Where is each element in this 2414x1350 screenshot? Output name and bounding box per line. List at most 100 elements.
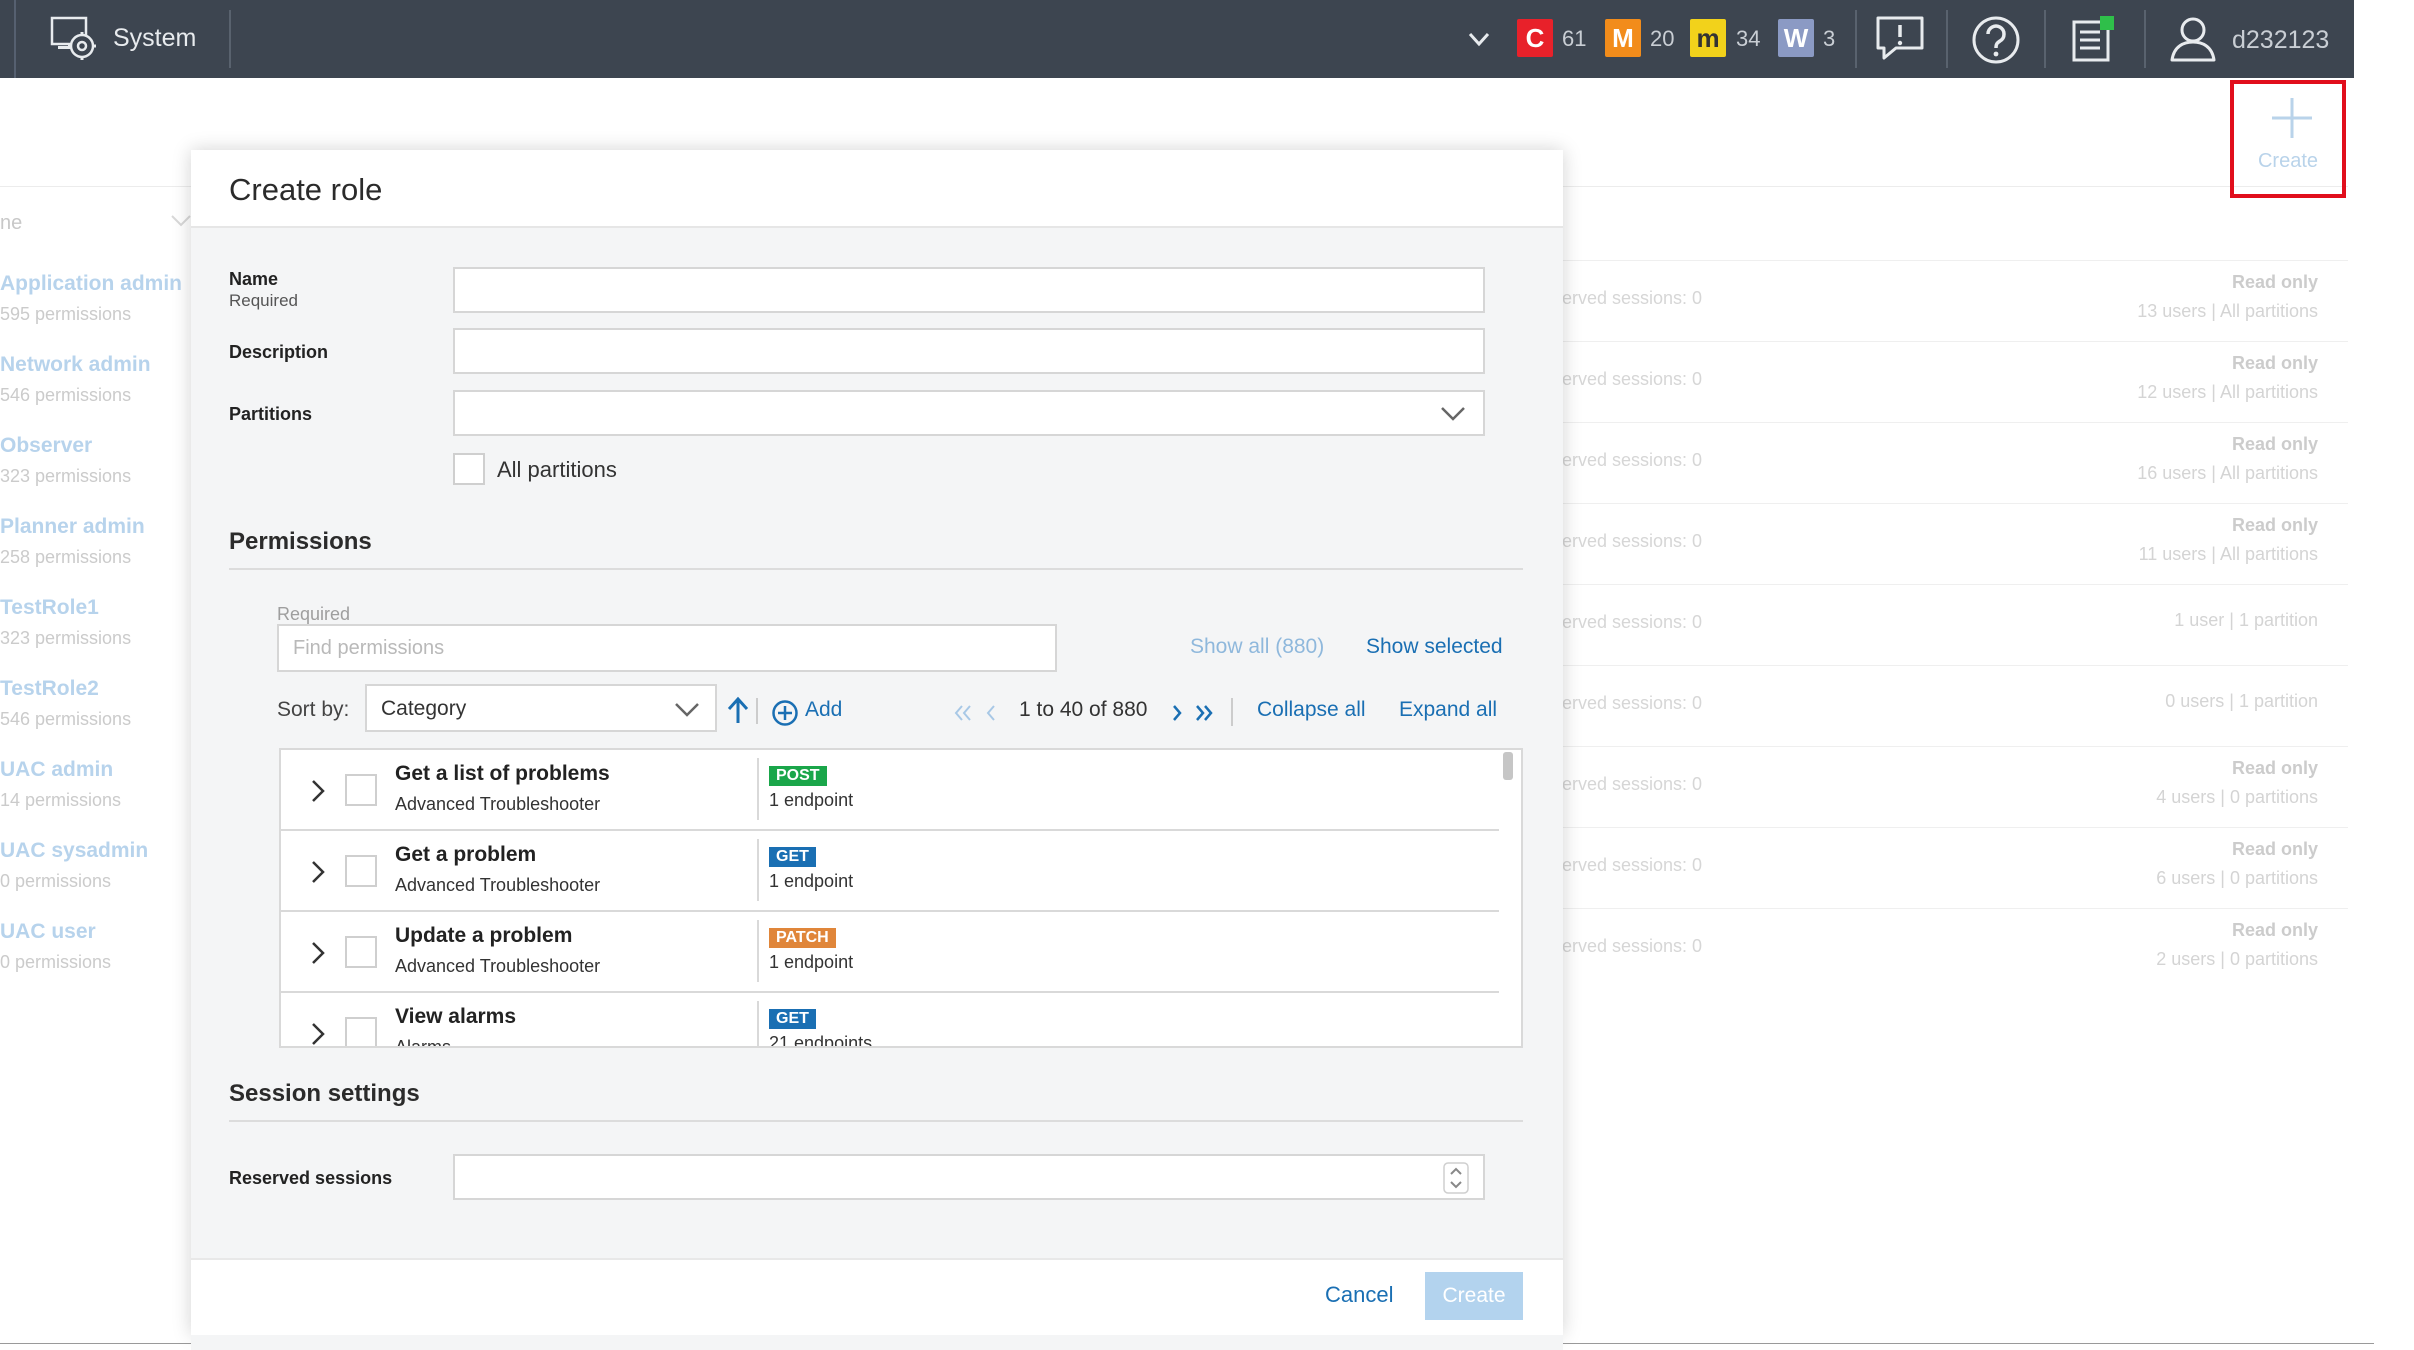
list-scrollbar[interactable]: [1503, 752, 1513, 780]
name-input[interactable]: [455, 269, 1483, 311]
add-circle-icon[interactable]: [771, 699, 799, 727]
chevron-down-icon[interactable]: [1465, 26, 1493, 52]
role-name[interactable]: Application admin: [0, 272, 182, 296]
collapse-all-link[interactable]: Collapse all: [1257, 698, 1366, 722]
role-name[interactable]: Network admin: [0, 353, 151, 377]
chevron-down-icon[interactable]: [1439, 404, 1467, 424]
chevron-down-icon[interactable]: [170, 214, 192, 228]
last-page-icon[interactable]: [1194, 704, 1214, 722]
role-name[interactable]: UAC admin: [0, 758, 113, 782]
section-label[interactable]: System: [113, 24, 196, 53]
role-name[interactable]: UAC sysadmin: [0, 839, 148, 863]
chevron-right-icon[interactable]: [309, 1021, 327, 1047]
sort-by-select[interactable]: Category: [365, 684, 717, 732]
all-partitions-label[interactable]: All partitions: [497, 457, 617, 483]
endpoint-count: 1 endpoint: [769, 790, 854, 810]
role-access-badge: Read only: [2231, 272, 2318, 292]
role-name[interactable]: TestRole1: [0, 596, 99, 620]
add-link[interactable]: Add: [805, 698, 842, 722]
find-permissions-field[interactable]: [277, 624, 1057, 672]
all-partitions-checkbox[interactable]: [453, 453, 485, 485]
major-alarm-count: 20: [1650, 26, 1675, 51]
role-permission-count: 595 permissions: [0, 304, 132, 324]
find-required-hint: Required: [277, 604, 351, 624]
permission-checkbox[interactable]: [345, 774, 377, 806]
chevron-down-icon[interactable]: [673, 700, 701, 720]
role-permission-count: 0 permissions: [0, 952, 112, 972]
permission-checkbox[interactable]: [345, 936, 377, 968]
role-access-badge: Read only: [2231, 758, 2318, 778]
first-page-icon[interactable]: [953, 704, 973, 722]
partitions-select[interactable]: [453, 390, 1485, 436]
reserved-sessions-field[interactable]: [453, 1154, 1485, 1200]
topbar-divider: [14, 0, 16, 78]
feedback-icon[interactable]: [1874, 14, 1926, 64]
role-users-partitions: 13 users | All partitions: [2137, 301, 2318, 321]
minor-alarm-count: 34: [1736, 26, 1761, 51]
partitions-input[interactable]: [455, 392, 1483, 434]
role-name[interactable]: Planner admin: [0, 515, 145, 539]
divider: [756, 698, 758, 724]
permission-name: Update a problem: [395, 924, 573, 947]
system-gear-icon[interactable]: [50, 16, 100, 62]
role-name[interactable]: Observer: [0, 434, 92, 458]
permissions-list[interactable]: Get a list of problems Advanced Troublesh…: [279, 748, 1523, 1048]
previous-page-icon[interactable]: [984, 704, 998, 722]
tasks-icon[interactable]: [2070, 14, 2120, 64]
cancel-button[interactable]: Cancel: [1325, 1282, 1393, 1308]
endpoint-count: 21 endpoints: [769, 1033, 873, 1048]
dialog-footer: Cancel Create: [191, 1258, 1563, 1335]
top-bar: System C 61 M 20 m 34 W 3 d232123: [0, 0, 2354, 78]
role-access-badge: Read only: [2231, 434, 2318, 454]
critical-alarm-count: 61: [1562, 26, 1587, 51]
description-input[interactable]: [455, 330, 1483, 372]
role-name[interactable]: UAC user: [0, 920, 96, 944]
divider: [229, 1120, 1523, 1122]
role-users-partitions: 12 users | All partitions: [2137, 382, 2318, 402]
user-icon[interactable]: [2168, 14, 2218, 64]
description-field[interactable]: [453, 328, 1485, 374]
permissions-section-title: Permissions: [229, 528, 372, 555]
role-name[interactable]: TestRole2: [0, 677, 99, 701]
permission-row[interactable]: View alarms Alarms GET 21 endpoints: [281, 993, 1499, 1048]
name-field[interactable]: [453, 267, 1485, 313]
permission-row[interactable]: Get a problem Advanced Troubleshooter GET 1…: [281, 831, 1499, 912]
chevron-right-icon[interactable]: [309, 859, 327, 885]
filter-select-value[interactable]: ne: [0, 212, 22, 235]
expand-all-link[interactable]: Expand all: [1399, 698, 1497, 722]
permission-row[interactable]: Get a list of problems Advanced Troublesh…: [281, 750, 1499, 831]
username[interactable]: d232123: [2232, 26, 2329, 55]
permission-checkbox[interactable]: [345, 855, 377, 887]
role-permission-count: 14 permissions: [0, 790, 122, 810]
reserved-sessions-input[interactable]: [455, 1156, 1483, 1198]
topbar-separator: [2044, 10, 2046, 68]
create-button[interactable]: Create: [1425, 1272, 1523, 1320]
help-icon[interactable]: [1970, 14, 2022, 66]
next-page-icon[interactable]: [1170, 704, 1184, 722]
partitions-label: Partitions: [229, 404, 313, 424]
major-alarm-badge[interactable]: M: [1605, 19, 1641, 57]
role-users-partitions: 16 users | All partitions: [2137, 463, 2318, 483]
create-role-button[interactable]: Create: [2230, 80, 2346, 198]
endpoint-count: 1 endpoint: [769, 952, 854, 972]
role-permission-count: 0 permissions: [0, 871, 112, 891]
permission-row[interactable]: Update a problem Advanced Troubleshooter P…: [281, 912, 1499, 993]
critical-alarm-badge[interactable]: C: [1517, 19, 1553, 57]
divider: [757, 758, 759, 820]
chevron-right-icon[interactable]: [309, 940, 327, 966]
role-permission-count: 546 permissions: [0, 385, 132, 405]
permission-name: Get a list of problems: [395, 762, 610, 785]
sort-ascending-icon[interactable]: [725, 696, 751, 724]
minor-alarm-badge[interactable]: m: [1690, 19, 1726, 57]
show-selected-link[interactable]: Show selected: [1366, 635, 1503, 659]
warning-alarm-badge[interactable]: W: [1778, 19, 1814, 57]
role-users-partitions: 0 users | 1 partition: [2165, 691, 2318, 711]
number-spinner-icon[interactable]: [1443, 1162, 1469, 1194]
find-permissions-input[interactable]: [279, 626, 1055, 670]
show-all-link[interactable]: Show all (880): [1190, 635, 1324, 659]
row-divider: [1560, 422, 2348, 423]
permission-checkbox[interactable]: [345, 1017, 377, 1046]
plus-icon: [2272, 98, 2312, 138]
chevron-right-icon[interactable]: [309, 778, 327, 804]
role-reserved-sessions: erved sessions: 0: [1562, 693, 1703, 713]
